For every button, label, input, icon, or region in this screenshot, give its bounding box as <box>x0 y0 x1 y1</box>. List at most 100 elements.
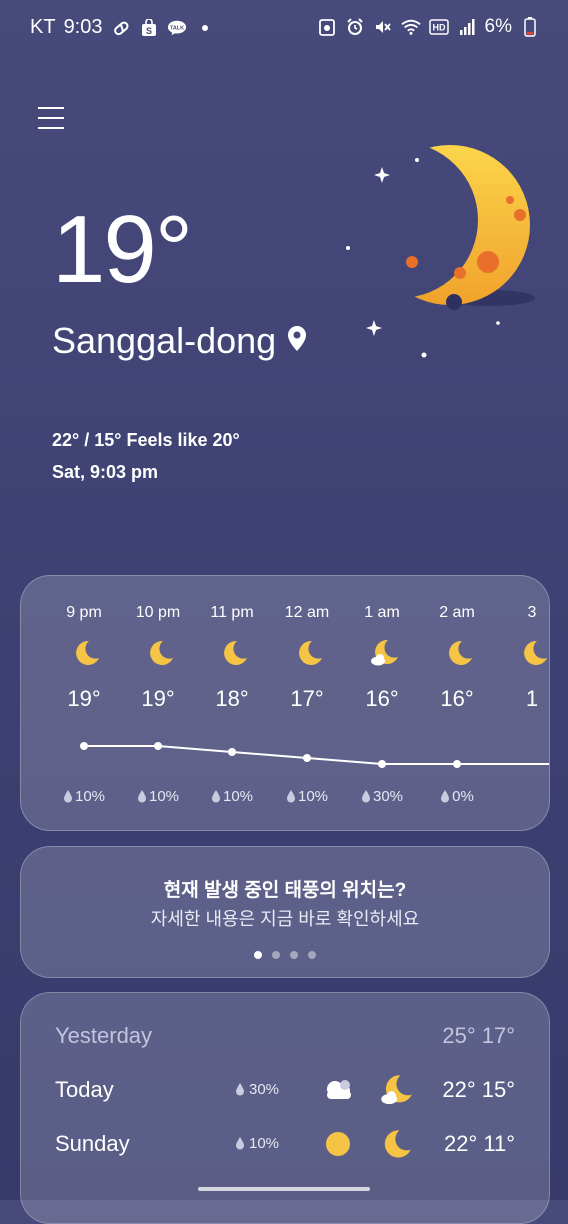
hourly-temp: 18° <box>215 686 249 711</box>
temperature-point <box>80 742 88 750</box>
mute-icon <box>373 17 393 37</box>
moon-icon <box>519 638 549 668</box>
carrier-label: KT <box>30 16 56 38</box>
moon-icon <box>444 638 474 668</box>
pill-icon <box>111 18 131 38</box>
daily-temps: 22° 15° <box>442 1077 515 1102</box>
moon-cloud-icon <box>369 638 399 668</box>
hourly-temp: 16° <box>440 686 474 711</box>
svg-text:S: S <box>145 26 151 36</box>
talk-icon: TALK <box>167 18 187 38</box>
daily-precip-value: 10% <box>249 1135 280 1152</box>
moon-icon <box>294 638 324 668</box>
hourly-forecast-card[interactable]: 9 pm 19° 10% 10 pm 19° 10% 11 pm 18° 10% 12 am 17°… <box>20 575 550 831</box>
moon-icon <box>71 638 101 668</box>
sun-icon <box>321 1127 355 1161</box>
promo-card[interactable]: 현재 발생 중인 태풍의 위치는? 자세한 내용은 지금 바로 확인하세요 <box>20 846 550 978</box>
moon-illustration <box>330 140 550 370</box>
temperature-point <box>228 748 236 756</box>
shopping-bag-icon: S <box>139 18 159 38</box>
status-bar: KT 9:03 S TALK HD 6% <box>0 0 568 56</box>
raindrop-icon <box>286 789 296 807</box>
status-bar-left: KT 9:03 S TALK <box>30 16 215 39</box>
clock: 9:03 <box>63 16 103 38</box>
hourly-temp: 19° <box>141 686 175 711</box>
page-indicator <box>21 951 549 959</box>
page-dot[interactable] <box>272 951 280 959</box>
daily-row[interactable]: Sunday 10% 22° 11° <box>55 1127 515 1161</box>
temperature-graph <box>80 742 549 768</box>
hourly-precip-value: 0% <box>452 788 474 805</box>
daily-day: Today <box>55 1077 114 1102</box>
menu-button[interactable] <box>38 107 64 131</box>
hourly-temp: 19° <box>67 686 101 711</box>
raindrop-icon <box>235 1136 245 1154</box>
raindrop-icon <box>361 789 371 807</box>
menu-icon-line <box>38 117 64 119</box>
moon-icon <box>219 638 249 668</box>
status-bar-right: HD 6% <box>317 16 540 38</box>
temperature-line <box>84 745 549 765</box>
raindrop-icon <box>211 789 221 807</box>
hourly-precip-value: 10% <box>74 788 106 805</box>
hourly-time: 3 <box>527 604 537 621</box>
hourly-time: 12 am <box>284 604 330 621</box>
hourly-time: 10 pm <box>135 604 181 621</box>
hi-lo-feels: 22° / 15° Feels like 20° <box>52 430 240 450</box>
daily-day: Sunday <box>55 1131 130 1156</box>
raindrop-icon <box>235 1082 245 1100</box>
raindrop-icon <box>137 789 147 807</box>
location[interactable]: Sanggal-dong <box>52 320 308 362</box>
gesture-bar[interactable] <box>198 1187 370 1191</box>
wifi-icon <box>400 17 421 37</box>
raindrop-icon <box>440 789 450 807</box>
hd-icon: HD <box>428 17 449 37</box>
moon-icon <box>379 1127 413 1161</box>
hourly-time: 1 am <box>364 604 400 621</box>
daily-precip: 30% <box>235 1081 279 1100</box>
promo-title: 현재 발생 중인 태풍의 위치는? <box>163 880 407 901</box>
menu-icon-line <box>38 127 64 129</box>
hourly-precip: 10% <box>197 788 267 807</box>
hourly-precip-value: 10% <box>222 788 254 805</box>
save-icon <box>317 17 337 37</box>
svg-text:TALK: TALK <box>169 25 183 31</box>
hourly-precip: 30% <box>347 788 417 807</box>
daily-precip-value: 30% <box>249 1081 280 1098</box>
page-dot[interactable] <box>254 951 262 959</box>
temperature-point <box>378 760 386 768</box>
page-dot[interactable] <box>308 951 316 959</box>
hourly-time: 11 pm <box>210 604 254 621</box>
page-dot[interactable] <box>290 951 298 959</box>
battery-icon <box>520 17 540 37</box>
hourly-time: 9 pm <box>66 604 102 621</box>
daily-temps: 25° 17° <box>442 1023 515 1048</box>
hourly-precip: 10% <box>49 788 119 807</box>
location-name: Sanggal-dong <box>52 320 277 361</box>
current-temperature: 19° <box>52 196 193 303</box>
daily-row[interactable]: Today 30% 22° 15° <box>55 1073 515 1107</box>
hourly-temp: 16° <box>365 686 399 711</box>
temperature-point <box>154 742 162 750</box>
promo-subtitle: 자세한 내용은 지금 바로 확인하세요 <box>150 909 420 929</box>
battery-percent: 6% <box>484 16 512 37</box>
hourly-time: 2 am <box>439 604 475 621</box>
hourly-precip-value: 30% <box>372 788 404 805</box>
hourly-precip-value: 10% <box>297 788 329 805</box>
alarm-icon <box>345 17 365 37</box>
hourly-precip: 10% <box>272 788 342 807</box>
moon-icon <box>145 638 175 668</box>
hourly-temp: 1 <box>525 686 539 711</box>
daily-row[interactable]: Yesterday 25° 17° <box>55 1019 515 1053</box>
signal-icon <box>457 17 477 37</box>
menu-icon-line <box>38 107 64 109</box>
svg-text:HD: HD <box>432 23 445 33</box>
daily-day: Yesterday <box>55 1023 153 1048</box>
hourly-temp: 17° <box>290 686 324 711</box>
date-time: Sat, 9:03 pm <box>52 462 159 482</box>
temperature-point <box>303 754 311 762</box>
daily-temps: 22° 11° <box>443 1131 515 1156</box>
hourly-precip: 10% <box>123 788 193 807</box>
dot-icon <box>195 18 215 38</box>
cloud-icon <box>321 1073 355 1107</box>
